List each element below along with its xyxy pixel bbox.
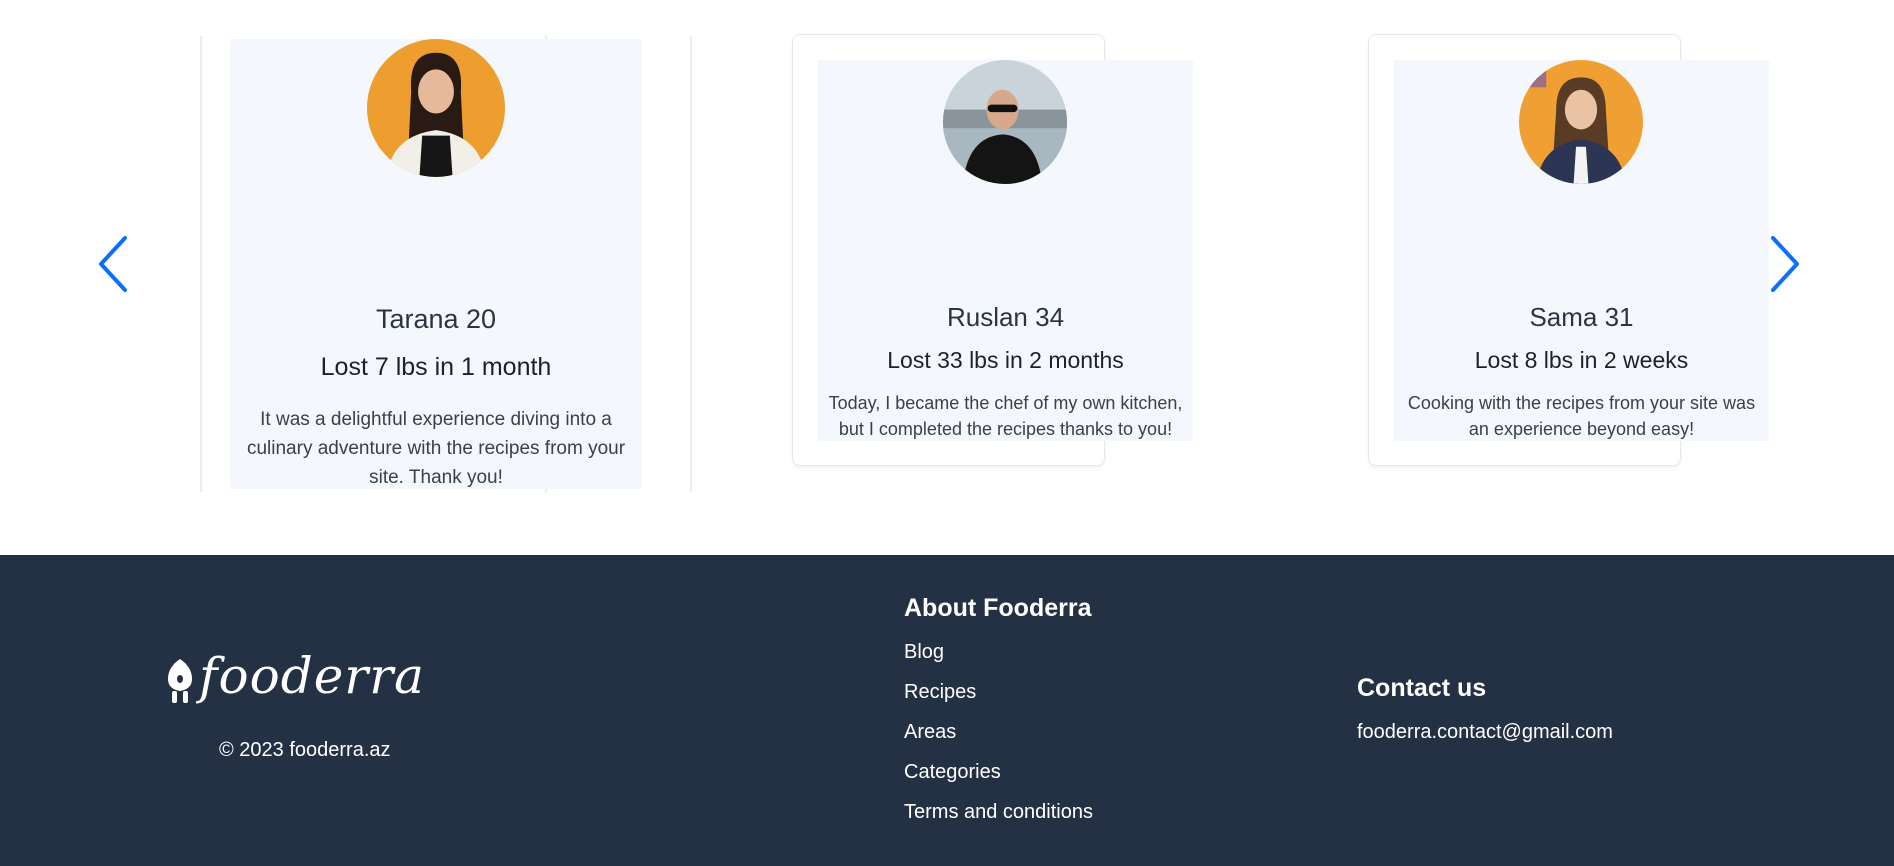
- logo[interactable]: fooderra: [165, 647, 425, 705]
- testimonials-carousel: Tarana 20 Lost 7 lbs in 1 month It was a…: [0, 0, 1894, 555]
- slide-divider: [690, 36, 692, 492]
- contact-email-link[interactable]: fooderra.contact@gmail.com: [1357, 721, 1613, 744]
- chevron-left-icon: [99, 236, 127, 292]
- testimonial-name: Ruslan 34: [946, 302, 1065, 332]
- copyright: © 2023 fooderra.az: [219, 739, 391, 761]
- testimonial-card: Tarana 20 Lost 7 lbs in 1 month It was a…: [230, 39, 642, 489]
- testimonial-quote: Today, I became the chef of my own kitch…: [828, 393, 1183, 439]
- footer-link-areas[interactable]: Areas: [904, 721, 956, 744]
- carousel-prev-button[interactable]: [95, 234, 135, 294]
- contact-heading: Contact us: [1357, 674, 1487, 702]
- avatar: [943, 60, 1067, 184]
- slide-divider: [200, 36, 202, 492]
- testimonial-card: Ruslan 34 Lost 33 lbs in 2 months Today,…: [818, 60, 1193, 441]
- footer-link-recipes[interactable]: Recipes: [904, 681, 976, 704]
- site-footer: fooderra © 2023 fooderra.az About Fooder…: [0, 555, 1894, 866]
- testimonial-card: Sama 31 Lost 8 lbs in 2 weeks Cooking wi…: [1394, 60, 1769, 441]
- testimonial-result: Lost 7 lbs in 1 month: [320, 353, 552, 381]
- carousel-next-button[interactable]: [1763, 234, 1803, 294]
- footer-link-terms[interactable]: Terms and conditions: [904, 801, 1093, 824]
- footer-link-categories[interactable]: Categories: [904, 761, 1001, 784]
- testimonial-quote: Cooking with the recipes from your site …: [1407, 393, 1756, 439]
- about-heading: About Fooderra: [904, 594, 1092, 622]
- testimonial-result: Lost 33 lbs in 2 months: [887, 347, 1124, 373]
- avatar: [1519, 60, 1643, 184]
- testimonial-name: Tarana 20: [375, 304, 497, 334]
- testimonial-result: Lost 8 lbs in 2 weeks: [1474, 347, 1689, 373]
- testimonial-name: Sama 31: [1529, 302, 1634, 332]
- avatar: [367, 39, 505, 177]
- chevron-right-icon: [1771, 236, 1799, 292]
- logo-text: fooderra: [199, 647, 425, 705]
- footer-link-blog[interactable]: Blog: [904, 641, 944, 664]
- spoon-icon: [168, 659, 192, 703]
- testimonial-quote: It was a delightful experience diving in…: [246, 409, 626, 488]
